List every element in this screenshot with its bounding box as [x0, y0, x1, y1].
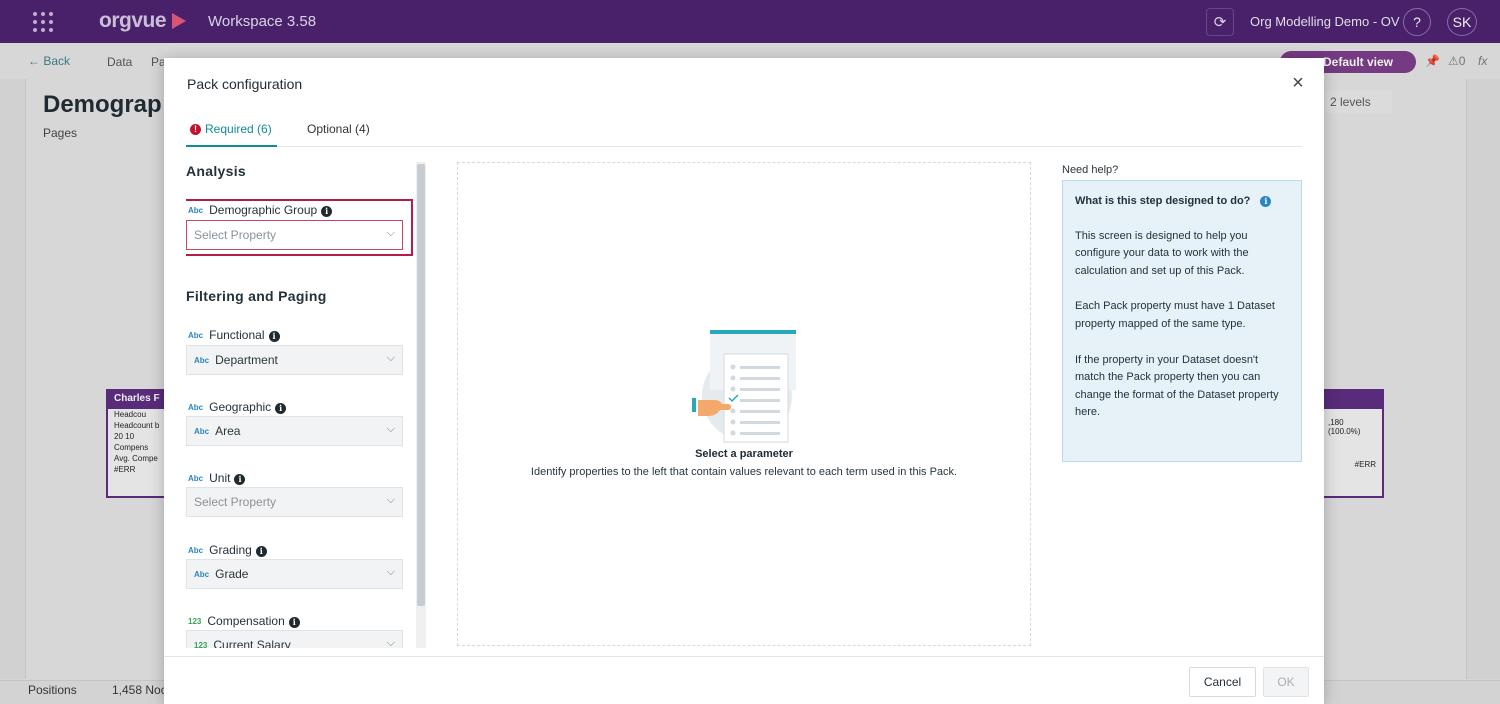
- text-type-icon: Abc: [188, 206, 204, 215]
- text-type-icon: Abc: [194, 356, 210, 365]
- param-name: Demographic Group: [209, 203, 318, 217]
- cancel-button[interactable]: Cancel: [1189, 667, 1256, 697]
- chevron-down-icon: ⌵: [386, 423, 395, 435]
- param-label-geographic: Abc Geographic i: [188, 400, 287, 414]
- section-analysis: Analysis: [186, 163, 246, 179]
- info-icon[interactable]: i: [255, 546, 267, 557]
- functional-select[interactable]: Abc Department ⌵: [186, 345, 403, 375]
- help-question: What is this step designed to do? i: [1075, 193, 1289, 211]
- tab-bar: ! Required (6) Optional (4): [186, 118, 1302, 147]
- select-value: Grade: [215, 567, 249, 581]
- chevron-down-icon: ⌵: [386, 566, 395, 578]
- number-type-icon: 123: [188, 617, 202, 626]
- text-type-icon: Abc: [188, 403, 204, 412]
- text-type-icon: Abc: [188, 546, 204, 555]
- pack-configuration-dialog: Pack configuration × ! Required (6) Optio…: [164, 58, 1324, 704]
- ok-button[interactable]: OK: [1263, 667, 1309, 697]
- tab-required[interactable]: ! Required (6): [186, 118, 277, 147]
- select-value: Department: [215, 353, 278, 367]
- grading-select[interactable]: Abc Grade ⌵: [186, 559, 403, 589]
- param-label-compensation: 123 Compensation i: [188, 614, 300, 628]
- need-help-heading: Need help?: [1062, 164, 1119, 176]
- param-label-unit: Abc Unit i: [188, 471, 246, 485]
- select-value: Area: [215, 424, 241, 438]
- dialog-footer: Cancel OK: [164, 656, 1324, 704]
- info-icon[interactable]: i: [234, 474, 246, 485]
- parameter-list-scrollbar[interactable]: [416, 162, 426, 648]
- info-icon[interactable]: i: [268, 331, 280, 342]
- chevron-down-icon: ⌵: [386, 227, 395, 239]
- info-icon[interactable]: i: [321, 206, 333, 217]
- section-filtering-paging: Filtering and Paging: [186, 288, 327, 304]
- help-paragraph: Each Pack property must have 1 Dataset p…: [1075, 300, 1275, 330]
- info-icon[interactable]: i: [288, 617, 300, 628]
- dialog-title: Pack configuration: [187, 76, 303, 92]
- text-type-icon: Abc: [194, 570, 210, 579]
- geographic-select[interactable]: Abc Area ⌵: [186, 416, 403, 446]
- chevron-down-icon: ⌵: [386, 352, 395, 364]
- scrollbar-thumb[interactable]: [417, 164, 425, 606]
- info-icon[interactable]: i: [275, 403, 287, 414]
- param-name: Compensation: [207, 614, 285, 628]
- param-label-demographic-group: Abc Demographic Group i: [188, 203, 333, 217]
- select-parameter-illustration: [692, 330, 796, 443]
- center-subtitle: Identify properties to the left that con…: [530, 466, 958, 478]
- param-name: Grading: [209, 543, 252, 557]
- close-icon[interactable]: ×: [1288, 73, 1308, 93]
- error-icon: !: [190, 124, 201, 135]
- param-label-grading: Abc Grading i: [188, 543, 267, 557]
- chevron-down-icon: ⌵: [386, 494, 395, 506]
- select-placeholder: Select Property: [194, 228, 277, 242]
- compensation-select[interactable]: 123 Current Salary ⌵: [186, 630, 403, 648]
- tab-optional[interactable]: Optional (4): [307, 118, 370, 147]
- tab-required-label: Required (6): [205, 122, 272, 136]
- help-paragraph: If the property in your Dataset doesn't …: [1075, 353, 1279, 419]
- param-label-functional: Abc Functional i: [188, 328, 280, 342]
- chevron-down-icon: ⌵: [386, 637, 395, 648]
- parameter-list[interactable]: Analysis Abc Demographic Group i Select Pr…: [186, 162, 418, 648]
- param-name: Unit: [209, 471, 231, 485]
- help-panel: What is this step designed to do? i This …: [1062, 180, 1302, 462]
- param-name: Geographic: [209, 400, 272, 414]
- text-type-icon: Abc: [188, 331, 204, 340]
- help-question-text: What is this step designed to do?: [1075, 195, 1251, 207]
- info-icon: i: [1260, 196, 1272, 207]
- number-type-icon: 123: [194, 641, 208, 648]
- demographic-group-select[interactable]: Select Property ⌵: [186, 220, 403, 250]
- help-paragraph: This screen is designed to help you conf…: [1075, 229, 1249, 277]
- select-value: Current Salary: [213, 638, 291, 648]
- parameter-detail-area: Select a parameter Identify properties t…: [457, 162, 1031, 646]
- param-name: Functional: [209, 328, 265, 342]
- text-type-icon: Abc: [194, 427, 210, 436]
- select-placeholder: Select Property: [194, 495, 277, 509]
- center-title: Select a parameter: [695, 448, 793, 460]
- unit-select[interactable]: Select Property ⌵: [186, 487, 403, 517]
- text-type-icon: Abc: [188, 474, 204, 483]
